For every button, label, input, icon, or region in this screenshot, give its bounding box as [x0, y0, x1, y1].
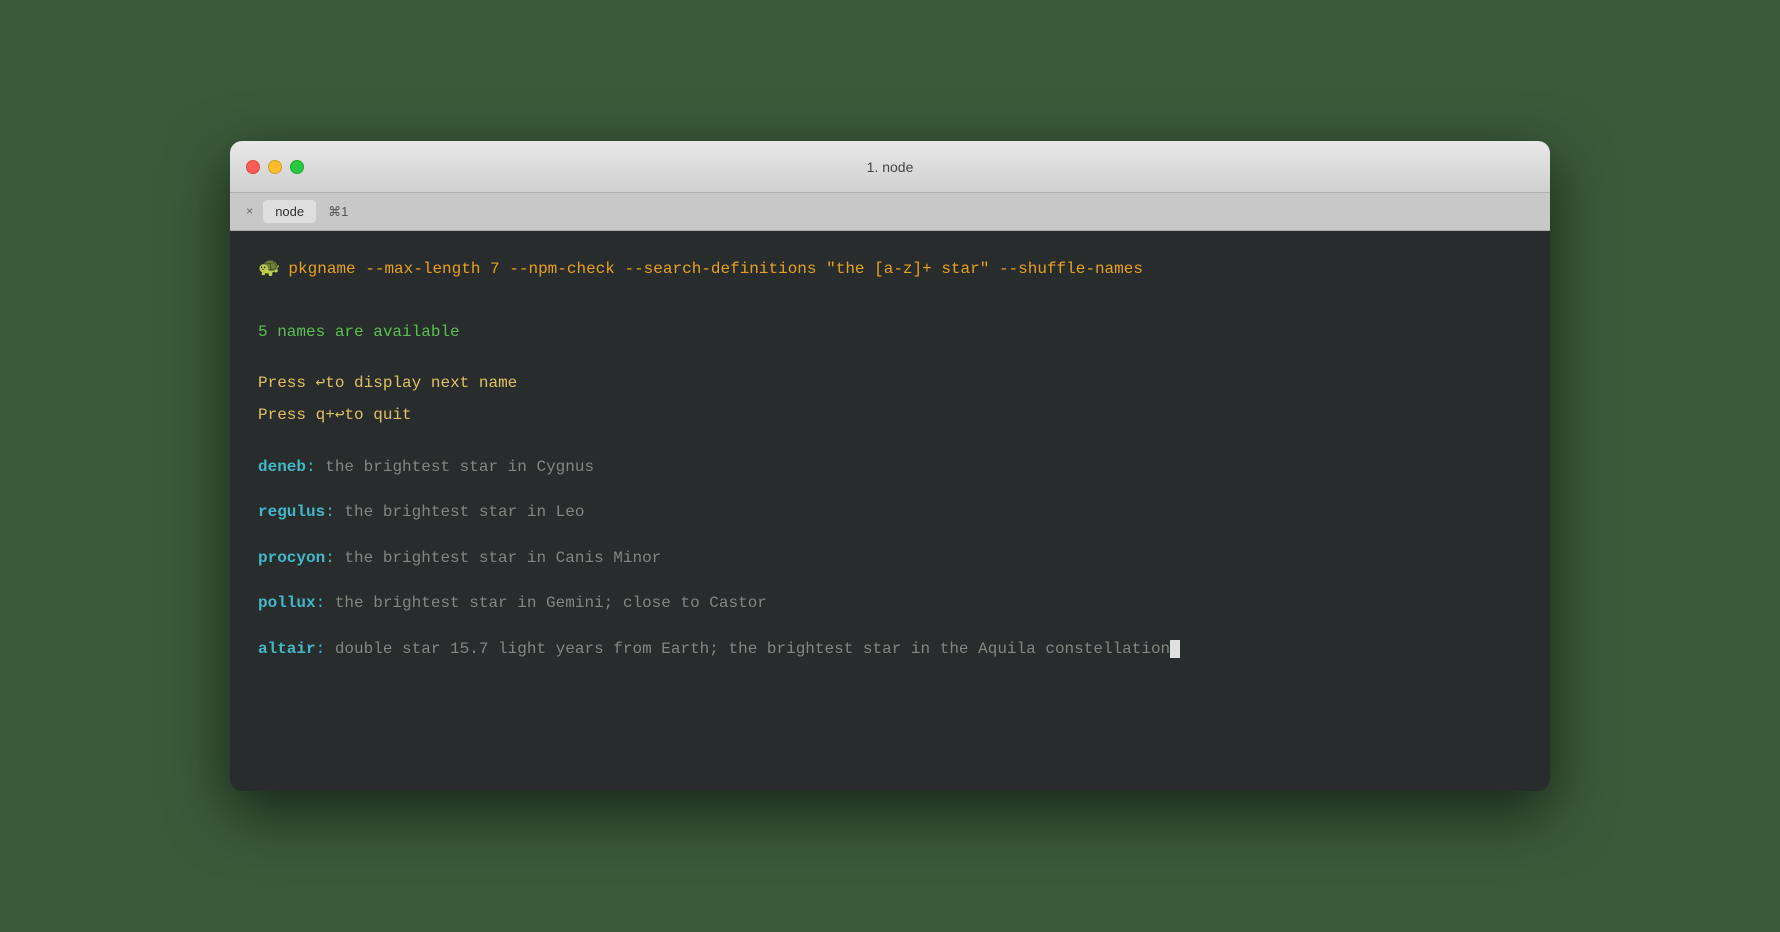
blank-3: [258, 435, 1522, 455]
terminal-content: 🐢 pkgname --max-length 7 --npm-check --s…: [230, 231, 1550, 791]
tab-close-button[interactable]: ×: [240, 203, 259, 221]
minimize-button[interactable]: [268, 160, 282, 174]
maximize-button[interactable]: [290, 160, 304, 174]
blank-1: [258, 300, 1522, 320]
result-colon-regulus: :: [325, 503, 335, 521]
press-quit-line: Press q+↩to quit: [258, 403, 1522, 429]
terminal-window: 1. node × node ⌘1 🐢 pkgname --max-length…: [230, 141, 1550, 791]
titlebar: 1. node: [230, 141, 1550, 193]
close-button[interactable]: [246, 160, 260, 174]
available-line: 5 names are available: [258, 320, 1522, 346]
result-desc-procyon: the brightest star in Canis Minor: [335, 549, 661, 567]
result-desc-deneb: the brightest star in Cygnus: [316, 458, 594, 476]
result-deneb: deneb: the brightest star in Cygnus: [258, 455, 1522, 481]
terminal-cursor: [1170, 640, 1180, 658]
tab-label[interactable]: node: [263, 200, 316, 223]
result-name-regulus: regulus: [258, 503, 325, 521]
window-title: 1. node: [867, 159, 914, 175]
tab-bar: × node ⌘1: [230, 193, 1550, 231]
result-altair: altair: double star 15.7 light years fro…: [258, 637, 1522, 663]
blank-2: [258, 351, 1522, 371]
result-name-pollux: pollux: [258, 594, 316, 612]
traffic-lights: [246, 160, 304, 174]
result-regulus: regulus: the brightest star in Leo: [258, 500, 1522, 526]
result-colon-procyon: :: [325, 549, 335, 567]
command-line: 🐢 pkgname --max-length 7 --npm-check --s…: [258, 255, 1522, 284]
result-colon-deneb: :: [306, 458, 316, 476]
tab-shortcut: ⌘1: [320, 200, 356, 224]
result-desc-regulus: the brightest star in Leo: [335, 503, 585, 521]
result-colon-pollux: :: [316, 594, 326, 612]
press-next-line: Press ↩to display next name: [258, 371, 1522, 397]
turtle-icon: 🐢: [258, 255, 280, 284]
result-desc-altair: double star 15.7 light years from Earth;…: [325, 640, 1170, 658]
result-pollux: pollux: the brightest star in Gemini; cl…: [258, 591, 1522, 617]
result-name-altair: altair: [258, 640, 316, 658]
result-procyon: procyon: the brightest star in Canis Min…: [258, 546, 1522, 572]
command-text: pkgname --max-length 7 --npm-check --sea…: [288, 257, 1143, 283]
result-name-procyon: procyon: [258, 549, 325, 567]
result-desc-pollux: the brightest star in Gemini; close to C…: [325, 594, 767, 612]
result-name-deneb: deneb: [258, 458, 306, 476]
result-colon-altair: :: [316, 640, 326, 658]
